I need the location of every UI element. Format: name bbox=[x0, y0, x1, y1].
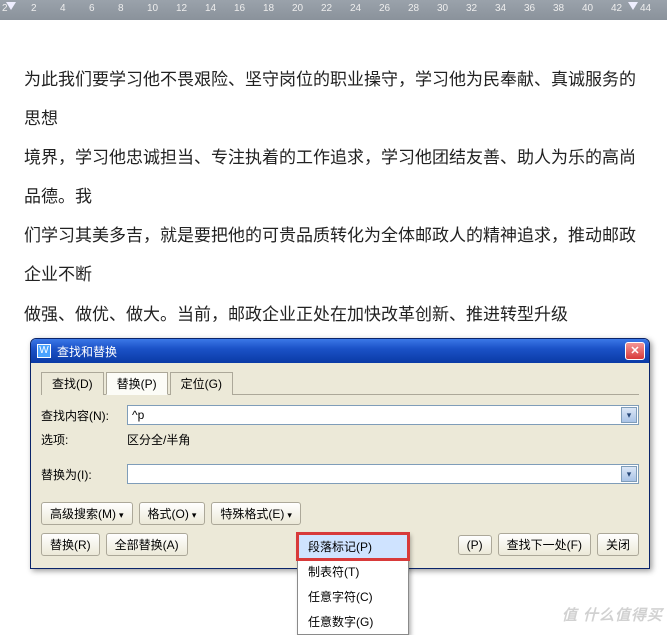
ruler-tick: 2 bbox=[2, 3, 8, 14]
paragraph: 们学习其美多吉，就是要把他的可贵品质转化为全体邮政人的精神追求，推动邮政企业不断 bbox=[24, 216, 643, 294]
dialog-titlebar[interactable]: W 查找和替换 ✕ bbox=[31, 339, 649, 363]
ruler-tick: 12 bbox=[176, 3, 187, 14]
paragraph: 为此我们要学习他不畏艰险、坚守岗位的职业操守，学习他为民奉献、真诚服务的思想 bbox=[24, 60, 643, 138]
find-what-label: 查找内容(N): bbox=[41, 407, 127, 424]
ruler-tick: 34 bbox=[495, 3, 506, 14]
dialog-title: 查找和替换 bbox=[57, 343, 117, 360]
ruler-tick: 42 bbox=[611, 3, 622, 14]
format-button[interactable]: 格式(O)▾ bbox=[139, 502, 206, 525]
document-body: 为此我们要学习他不畏艰险、坚守岗位的职业操守，学习他为民奉献、真诚服务的思想 境… bbox=[0, 20, 667, 344]
ruler-tick: 4 bbox=[60, 3, 66, 14]
menu-tab-char[interactable]: 制表符(T) bbox=[298, 559, 408, 584]
ruler-tick: 18 bbox=[263, 3, 274, 14]
ruler-tick: 20 bbox=[292, 3, 303, 14]
find-next-button[interactable]: 查找下一处(F) bbox=[498, 533, 591, 556]
horizontal-ruler: 2246810121416182022242628303234363840424… bbox=[0, 0, 667, 20]
find-what-value: ^p bbox=[132, 408, 144, 422]
ruler-tick: 30 bbox=[437, 3, 448, 14]
indent-marker-right[interactable] bbox=[628, 2, 638, 10]
ruler-tick: 38 bbox=[553, 3, 564, 14]
ruler-tick: 40 bbox=[582, 3, 593, 14]
menu-any-digit[interactable]: 任意数字(G) bbox=[298, 609, 408, 634]
ruler-tick: 24 bbox=[350, 3, 361, 14]
ruler-tick: 36 bbox=[524, 3, 535, 14]
replace-with-label: 替换为(I): bbox=[41, 466, 127, 483]
replace-with-input[interactable]: ▾ bbox=[127, 464, 639, 484]
find-what-input[interactable]: ^p ▾ bbox=[127, 405, 639, 425]
app-icon: W bbox=[37, 344, 51, 358]
ruler-tick: 22 bbox=[321, 3, 332, 14]
menu-paragraph-mark[interactable]: 段落标记(P) bbox=[298, 534, 408, 559]
ruler-tick: 28 bbox=[408, 3, 419, 14]
middle-button-row: 高级搜索(M)▾ 格式(O)▾ 特殊格式(E)▾ bbox=[41, 502, 639, 525]
close-button[interactable]: ✕ bbox=[625, 342, 645, 360]
special-format-button[interactable]: 特殊格式(E)▾ bbox=[211, 502, 301, 525]
watermark: 值 什么值得买 bbox=[562, 604, 663, 625]
dialog-tabs: 查找(D) 替换(P) 定位(G) bbox=[41, 371, 639, 395]
advanced-search-button[interactable]: 高级搜索(M)▾ bbox=[41, 502, 133, 525]
ruler-tick: 14 bbox=[205, 3, 216, 14]
replace-button[interactable]: 替换(R) bbox=[41, 533, 100, 556]
options-value: 区分全/半角 bbox=[127, 431, 190, 448]
options-label: 选项: bbox=[41, 431, 127, 448]
ruler-tick: 2 bbox=[31, 3, 37, 14]
special-format-menu: 段落标记(P) 制表符(T) 任意字符(C) 任意数字(G) bbox=[297, 533, 409, 635]
ruler-tick: 8 bbox=[118, 3, 124, 14]
ruler-tick: 44 bbox=[640, 3, 651, 14]
chevron-down-icon[interactable]: ▾ bbox=[621, 466, 637, 482]
ruler-tick: 16 bbox=[234, 3, 245, 14]
ruler-tick: 10 bbox=[147, 3, 158, 14]
paragraph: 境界，学习他忠诚担当、专注执着的工作追求，学习他团结友善、助人为乐的高尚品德。我 bbox=[24, 138, 643, 216]
dialog-body: 查找(D) 替换(P) 定位(G) 查找内容(N): ^p ▾ 选项: 区分全/… bbox=[31, 363, 649, 568]
ruler-tick: 26 bbox=[379, 3, 390, 14]
ruler-tick: 6 bbox=[89, 3, 95, 14]
tab-find[interactable]: 查找(D) bbox=[41, 372, 104, 395]
find-replace-dialog: W 查找和替换 ✕ 查找(D) 替换(P) 定位(G) 查找内容(N): ^p … bbox=[30, 338, 650, 569]
close-dialog-button[interactable]: 关闭 bbox=[597, 533, 639, 556]
chevron-down-icon[interactable]: ▾ bbox=[621, 407, 637, 423]
in-button[interactable]: (P) bbox=[458, 535, 492, 555]
paragraph: 做强、做优、做大。当前，邮政企业正处在加快改革创新、推进转型升级 bbox=[24, 295, 643, 334]
ruler-tick: 32 bbox=[466, 3, 477, 14]
menu-any-char[interactable]: 任意字符(C) bbox=[298, 584, 408, 609]
tab-replace[interactable]: 替换(P) bbox=[106, 372, 168, 395]
replace-all-button[interactable]: 全部替换(A) bbox=[106, 533, 188, 556]
tab-goto[interactable]: 定位(G) bbox=[170, 372, 233, 395]
